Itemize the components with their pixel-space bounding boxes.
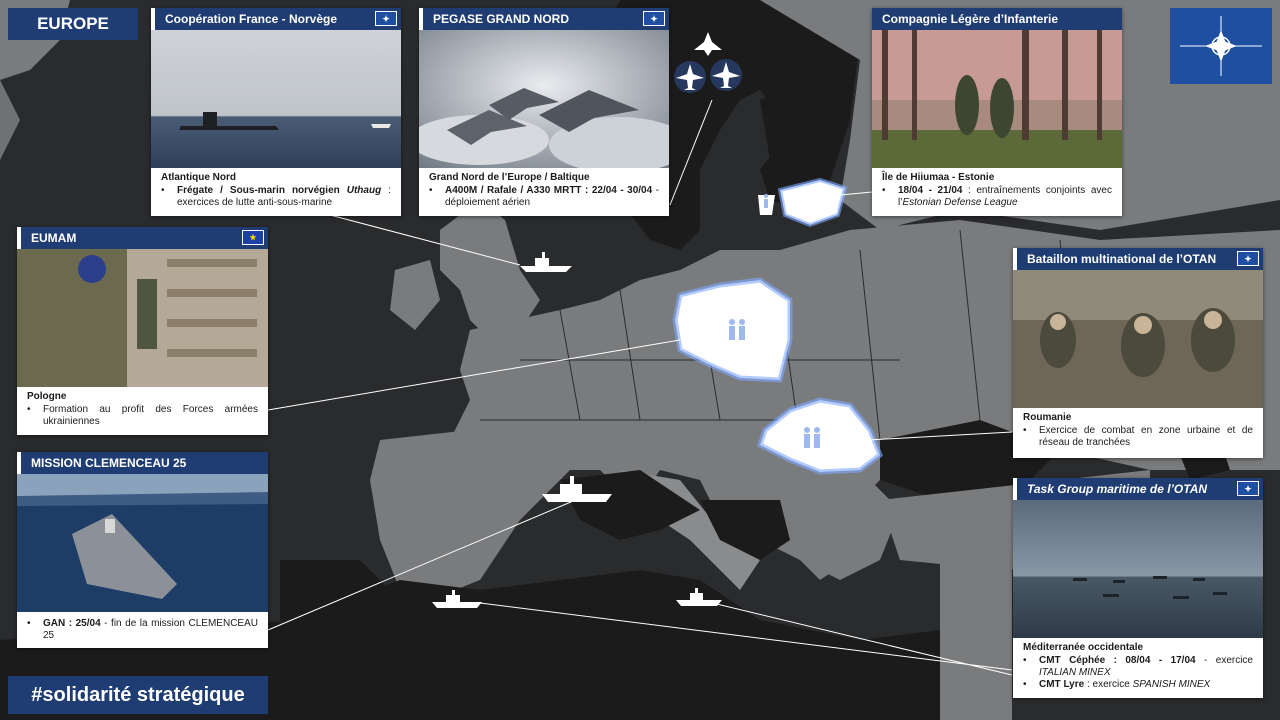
card-title: MISSION CLEMENCEAU 25 (17, 452, 268, 474)
card-body: Roumanie • Exercice de combat en zone urb… (1023, 412, 1253, 448)
rafale-jets-photo (419, 30, 669, 168)
location-label: Méditerranée occidentale (1023, 642, 1144, 653)
card-title: EUMAM ★ (17, 227, 268, 249)
card-body: Grand Nord de l’Europe / Baltique • A400M… (429, 172, 660, 208)
card-body: • GAN : 25/04 - fin de la mission CLEMENC… (27, 618, 258, 641)
card-body: Pologne • Formation au profit des Forces … (27, 391, 258, 427)
soldiers-icon (764, 194, 768, 208)
plane-icon (710, 59, 742, 91)
hashtag-banner: #solidarité stratégique (8, 676, 268, 714)
battalion-soldiers-photo (1013, 270, 1263, 408)
nato-flag-icon: ✦ (643, 11, 665, 26)
aircraft-carrier-photo (17, 474, 268, 612)
card-body: Méditerranée occidentale • CMT Céphée : 0… (1023, 642, 1253, 690)
card-bataillon-otan[interactable]: Bataillon multinational de l’OTAN ✦ Rouma… (1013, 248, 1263, 458)
plane-icon (674, 61, 706, 93)
card-body: Île de Hiiumaa - Estonie • 18/04 - 21/04 … (882, 172, 1112, 208)
location-label: Atlantique Nord (161, 172, 236, 183)
naval-task-group-photo (1013, 500, 1263, 638)
card-title: Compagnie Légère d’Infanterie (872, 8, 1122, 30)
card-body: Atlantique Nord • Frégate / Sous-marin no… (161, 172, 391, 208)
nato-flag-icon: ✦ (1237, 251, 1259, 266)
eu-flag-icon: ★ (242, 230, 264, 245)
nato-flag-icon: ✦ (1237, 481, 1259, 496)
card-compagnie-legere[interactable]: Compagnie Légère d’Infanterie Île de Hii… (872, 8, 1122, 216)
infantry-forest-photo (872, 30, 1122, 168)
nato-flag-icon: ✦ (375, 11, 397, 26)
card-eumam[interactable]: EUMAM ★ Pologne • Formation au profit des … (17, 227, 268, 435)
location-label: Île de Hiiumaa - Estonie (882, 172, 995, 183)
trench-training-photo (17, 249, 268, 387)
location-label: Roumanie (1023, 412, 1072, 423)
card-title: Coopération France - Norvège ✦ (151, 8, 401, 30)
card-title: Bataillon multinational de l’OTAN ✦ (1013, 248, 1263, 270)
location-label: Grand Nord de l’Europe / Baltique (429, 172, 590, 183)
card-pegase-grand-nord[interactable]: PEGASE GRAND NORD ✦ Grand Nord de l’Europ… (419, 8, 669, 216)
submarine-photo (151, 30, 401, 168)
region-title: EUROPE (8, 8, 138, 40)
card-france-norvege[interactable]: Coopération France - Norvège ✦ Atlantique… (151, 8, 401, 216)
location-label: Pologne (27, 391, 67, 402)
card-title: Task Group maritime de l’OTAN ✦ (1013, 478, 1263, 500)
card-title: PEGASE GRAND NORD ✦ (419, 8, 669, 30)
card-task-group-otan[interactable]: Task Group maritime de l’OTAN ✦ Méditerra… (1013, 478, 1263, 698)
card-mission-clemenceau[interactable]: MISSION CLEMENCEAU 25 • GAN : 25/04 - fin… (17, 452, 268, 648)
